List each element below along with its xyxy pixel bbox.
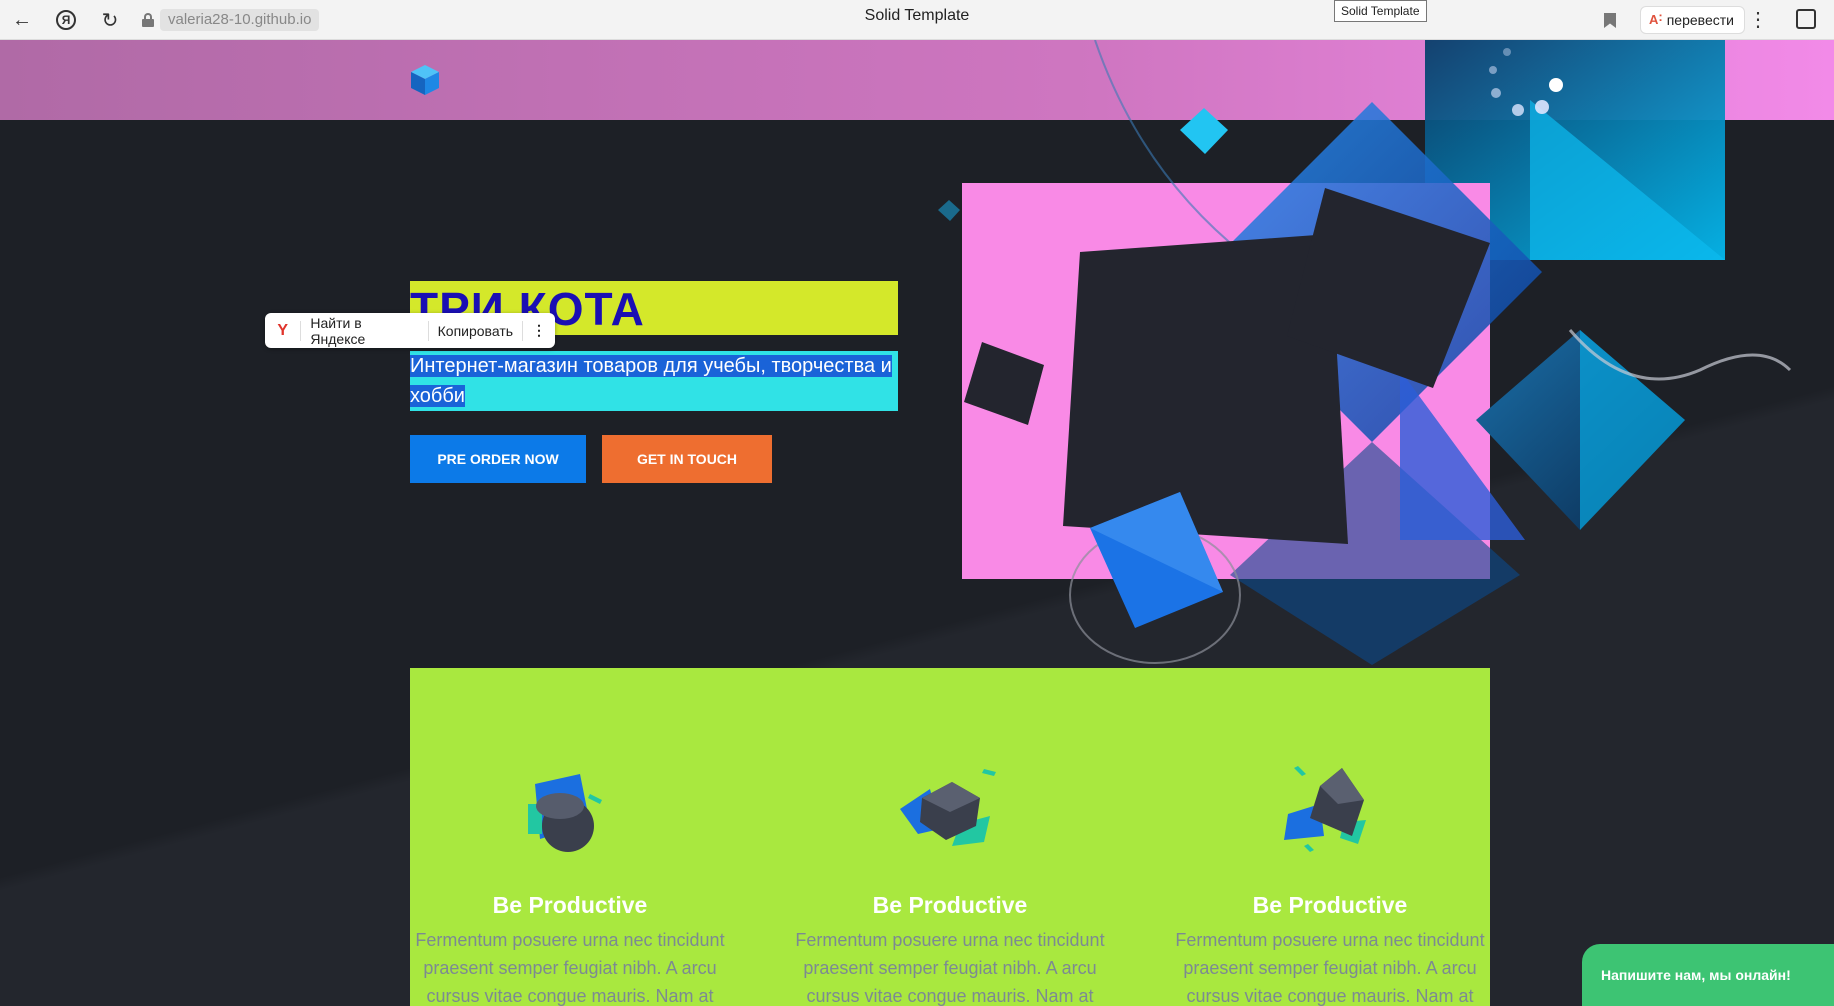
copy-button[interactable]: Копировать bbox=[429, 323, 522, 339]
tab-tooltip: Solid Template bbox=[1334, 0, 1427, 22]
feature-title: Be Productive bbox=[1252, 892, 1408, 918]
feature-text: Fermentum posuere urna nec tincidunt pra… bbox=[1175, 930, 1485, 1006]
feature-title: Be Productive bbox=[492, 892, 648, 918]
cylinder-icon bbox=[528, 774, 602, 852]
chat-widget-button[interactable]: Напишите нам, мы онлайн! bbox=[1582, 944, 1834, 1006]
extensions-icon[interactable] bbox=[1796, 9, 1816, 29]
cube-icon bbox=[900, 769, 996, 846]
feature-card: Be Productive Fermentum posuere urna nec… bbox=[790, 668, 1110, 1006]
feature-title: Be Productive bbox=[872, 892, 1028, 918]
features-section: Be Productive Fermentum posuere urna nec… bbox=[410, 668, 1490, 1006]
hero-illustration bbox=[938, 40, 1792, 665]
menu-icon[interactable]: ⋮ bbox=[1748, 7, 1768, 32]
translate-icon: A˸ bbox=[1649, 12, 1663, 27]
translate-label: перевести bbox=[1666, 12, 1734, 28]
get-in-touch-button[interactable]: GET IN TOUCH bbox=[602, 435, 772, 483]
feature-card: Be Productive Fermentum posuere urna nec… bbox=[1170, 668, 1490, 1006]
more-options-icon[interactable]: ⋮ bbox=[523, 322, 555, 339]
text-selection-menu: Y Найти в Яндексе Копировать ⋮ bbox=[265, 313, 555, 348]
yandex-y-icon: Y bbox=[277, 321, 289, 339]
hero-subtitle: Интернет-магазин товаров для учебы, твор… bbox=[410, 351, 898, 411]
browser-toolbar: ← Я ↻ valeria28-10.github.io Solid Templ… bbox=[0, 0, 1834, 40]
feature-text: Fermentum posuere urna nec tincidunt pra… bbox=[415, 930, 725, 1006]
feature-text: Fermentum posuere urna nec tincidunt pra… bbox=[795, 930, 1105, 1006]
translate-button[interactable]: A˸ перевести bbox=[1640, 6, 1745, 34]
cube-logo-icon[interactable] bbox=[410, 64, 440, 96]
search-yandex-button[interactable]: Найти в Яндексе bbox=[301, 315, 427, 347]
pyramid-icon bbox=[1284, 766, 1366, 852]
pre-order-button[interactable]: PRE ORDER NOW bbox=[410, 435, 586, 483]
hero-subtitle-text: Интернет-магазин товаров для учебы, твор… bbox=[410, 355, 892, 407]
page-title: Solid Template bbox=[864, 7, 970, 24]
feature-card: Be Productive Fermentum posuere urna nec… bbox=[410, 668, 730, 1006]
